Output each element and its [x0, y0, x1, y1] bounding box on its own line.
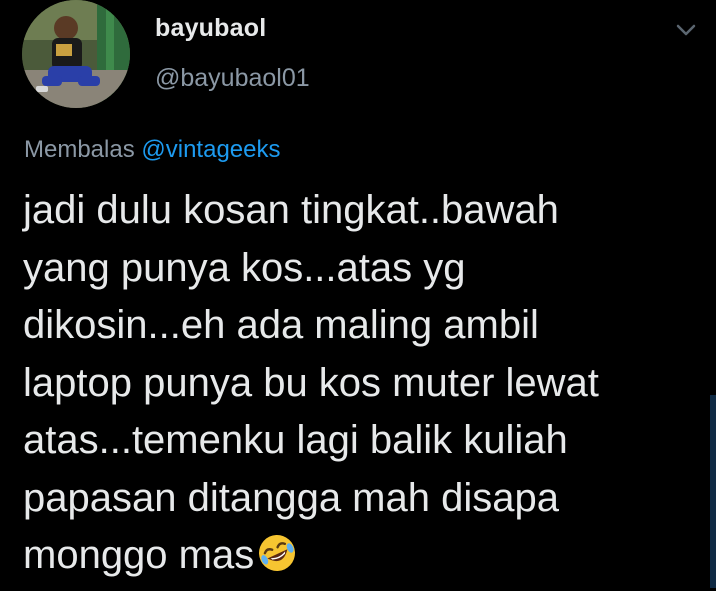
tweet-card: bayubaol @bayubaol01 Membalas @vintageek…: [0, 0, 716, 588]
display-name[interactable]: bayubaol: [155, 14, 266, 43]
reply-context: Membalas @vintageeks: [24, 136, 281, 164]
rolling-on-the-floor-laughing-emoji: [256, 532, 298, 574]
tweet-text-last-line: monggo mas: [23, 527, 703, 585]
tweet-text-line: yang punya kos...atas yg: [23, 245, 466, 290]
tweet-text-line: atas...temenku lagi balik kuliah: [23, 418, 568, 462]
tweet-text-line: monggo mas: [23, 533, 255, 577]
reply-prefix: Membalas: [24, 136, 135, 163]
tweet-text-line: laptop punya bu kos muter lewat: [23, 360, 599, 405]
chevron-down-icon[interactable]: [672, 16, 700, 44]
tweet-text-line: jadi dulu kosan tingkat..bawah: [23, 188, 559, 232]
edge-scroll-indicator: [710, 395, 716, 588]
avatar-photo: [22, 0, 130, 108]
tweet-text-line: papasan ditangga mah disapa: [23, 475, 559, 520]
tweet-text: jadi dulu kosan tingkat..bawah yang puny…: [23, 182, 703, 585]
reply-mention-link[interactable]: @vintageeks: [141, 136, 280, 163]
avatar[interactable]: [22, 0, 130, 108]
user-handle[interactable]: @bayubaol01: [155, 64, 310, 93]
tweet-text-line: dikosin...eh ada maling ambil: [23, 303, 539, 347]
